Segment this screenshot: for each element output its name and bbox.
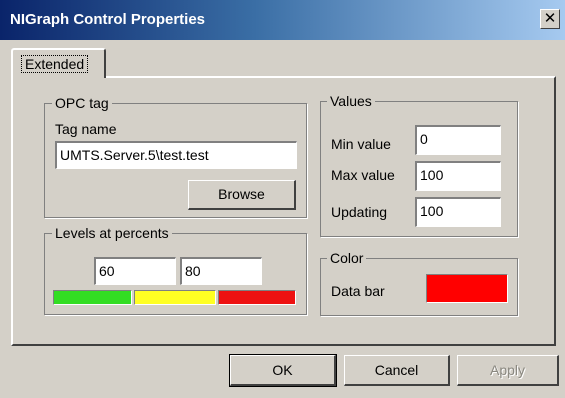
updating-label: Updating [331,204,388,220]
level-low-color-swatch[interactable] [53,290,132,305]
levels-group-label: Levels at percents [52,225,172,241]
ok-button[interactable]: OK [229,354,337,387]
apply-button[interactable]: Apply [457,355,559,386]
level-mid-color-swatch[interactable] [134,290,216,305]
browse-button[interactable]: Browse [188,180,296,210]
level-high-color-swatch[interactable] [218,290,296,305]
color-group-label: Color [327,250,367,266]
data-bar-color-swatch[interactable] [426,274,508,303]
max-value-input[interactable]: 100 [415,161,501,191]
close-icon: ✕ [543,10,557,27]
min-value-input[interactable]: 0 [415,125,501,155]
updating-input[interactable]: 100 [415,197,501,227]
tab-extended-label: Extended [21,55,89,73]
min-value-label: Min value [331,136,391,152]
data-bar-label: Data bar [331,283,385,299]
level-1-input[interactable]: 60 [94,257,176,285]
tab-extended[interactable]: Extended [11,48,106,78]
max-value-label: Max value [331,167,395,183]
level-2-input[interactable]: 80 [180,257,262,285]
close-button[interactable]: ✕ [540,9,560,29]
opc-tag-group-label: OPC tag [52,95,112,111]
tag-name-label: Tag name [55,121,117,137]
tag-name-input[interactable]: UMTS.Server.5\test.test [55,141,297,169]
values-group-label: Values [327,93,375,109]
cancel-button[interactable]: Cancel [344,355,450,386]
window-title: NIGraph Control Properties [10,11,206,28]
